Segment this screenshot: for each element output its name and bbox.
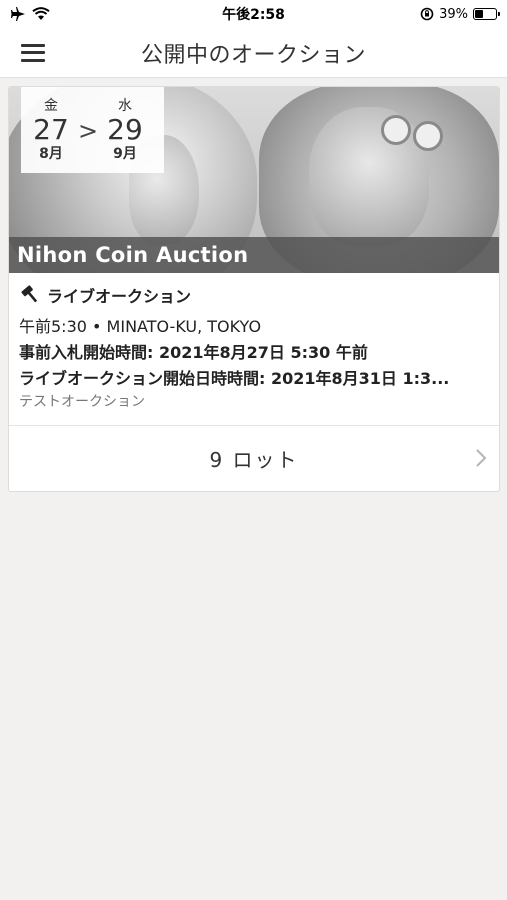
auction-details: ライブオークション 午前5:30 • MINATO-KU, TOKYO 事前入札… [9, 273, 499, 411]
nav-bar: 公開中のオークション [0, 28, 507, 78]
end-day: 29 [107, 113, 143, 146]
start-date: 金 27 8月 [29, 98, 73, 162]
start-weekday: 金 [44, 98, 58, 114]
start-month: 8月 [39, 146, 63, 162]
status-time: 午後2:58 [222, 7, 285, 23]
orientation-lock-icon [420, 7, 434, 21]
live-start-time: ライブオークション開始日時時間: 2021年8月31日 1:3... [19, 369, 450, 387]
hamburger-menu-icon [21, 43, 45, 62]
date-range: 金 27 8月 > 水 29 9月 [21, 87, 164, 173]
wifi-icon [32, 7, 50, 20]
battery-icon [473, 8, 500, 20]
chevron-right-icon [476, 449, 487, 467]
end-month: 9月 [113, 146, 137, 162]
prebid-start-time: 事前入札開始時間: 2021年8月27日 5:30 午前 [19, 343, 368, 361]
auction-type: ライブオークション [19, 283, 489, 307]
status-right: 39% [377, 6, 500, 22]
auction-time-location: 午前5:30 • MINATO-KU, TOKYO [19, 317, 262, 336]
auction-card[interactable]: 金 27 8月 > 水 29 9月 Nihon Coin Auction ライブ… [8, 86, 500, 492]
menu-button[interactable] [0, 28, 66, 78]
gavel-icon [21, 285, 38, 303]
auction-name: Nihon Coin Auction [9, 237, 499, 273]
end-weekday: 水 [118, 98, 132, 114]
lots-button[interactable]: 9 ロット [9, 425, 499, 491]
battery-percent: 39% [439, 6, 468, 22]
auction-image: 金 27 8月 > 水 29 9月 Nihon Coin Auction [9, 87, 499, 273]
status-left [10, 7, 130, 21]
end-date: 水 29 9月 [103, 98, 147, 162]
airplane-icon [11, 7, 25, 21]
start-day: 27 [33, 113, 69, 146]
auction-type-label: ライブオークション [47, 287, 192, 306]
date-arrow: > [77, 117, 99, 145]
lots-count: 9 ロット [209, 448, 299, 472]
status-bar: 午後2:58 39% [0, 0, 507, 28]
auction-description: テストオークション [19, 394, 145, 410]
page-title: 公開中のオークション [140, 42, 366, 68]
